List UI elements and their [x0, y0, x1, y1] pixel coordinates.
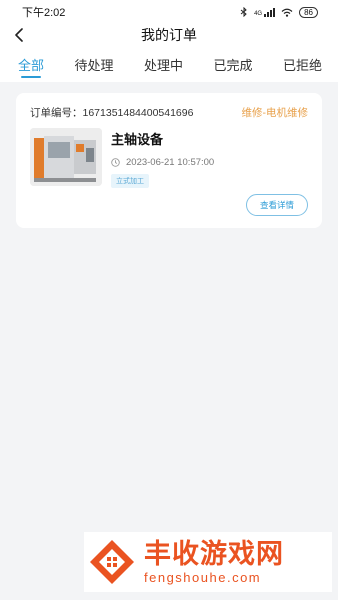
- clock-icon: [111, 158, 120, 167]
- order-card-body: 主轴设备 2023-06-21 10:57:00 立式加工: [30, 128, 308, 188]
- status-bar: 下午2:02 4G 86: [0, 0, 338, 24]
- watermark-logo-icon: [90, 540, 134, 584]
- device-category-tag: 立式加工: [111, 174, 149, 188]
- order-number: 订单编号：1671351484400541696: [30, 105, 193, 120]
- signal-icon: 4G: [254, 7, 276, 17]
- order-card-header: 订单编号：1671351484400541696 维修-电机维修: [30, 105, 308, 120]
- order-number-label: 订单编号：: [30, 107, 83, 119]
- watermark-text: 丰收游戏网 fengshouhe.com: [144, 539, 284, 585]
- signal-label: 4G: [254, 10, 263, 17]
- tab-pending[interactable]: 待处理: [74, 46, 113, 82]
- watermark-cn: 丰收游戏网: [144, 539, 284, 569]
- nav-bar: 我的订单: [0, 24, 338, 46]
- chevron-left-icon: [15, 28, 23, 42]
- watermark: 丰收游戏网 fengshouhe.com: [84, 532, 332, 592]
- status-icons: 4G 86: [240, 6, 318, 18]
- status-time: 下午2:02: [22, 7, 66, 19]
- bluetooth-icon: [240, 7, 247, 17]
- order-time-value: 2023-06-21 10:57:00: [126, 157, 215, 168]
- order-number-value: 1671351484400541696: [82, 107, 194, 119]
- order-status-tabs: 全部 待处理 处理中 已完成 已拒绝: [0, 46, 338, 82]
- order-type: 维修-电机维修: [241, 107, 309, 119]
- back-button[interactable]: [10, 26, 28, 44]
- tab-all[interactable]: 全部: [18, 46, 44, 82]
- tab-processing[interactable]: 处理中: [144, 46, 183, 82]
- device-name: 主轴设备: [111, 132, 164, 147]
- watermark-en: fengshouhe.com: [144, 570, 262, 585]
- device-thumbnail: [30, 128, 102, 186]
- tab-rejected[interactable]: 已拒绝: [283, 46, 322, 82]
- wifi-icon: [281, 8, 293, 17]
- tab-completed[interactable]: 已完成: [213, 46, 252, 82]
- order-time: 2023-06-21 10:57:00: [111, 157, 214, 168]
- battery-indicator: 86: [299, 6, 318, 18]
- order-info: 主轴设备 2023-06-21 10:57:00 立式加工: [111, 128, 214, 188]
- view-details-button[interactable]: 查看详情: [246, 194, 308, 216]
- page-title: 我的订单: [141, 27, 197, 43]
- order-card[interactable]: 订单编号：1671351484400541696 维修-电机维修 主轴设备 20…: [16, 93, 322, 228]
- order-list: 订单编号：1671351484400541696 维修-电机维修 主轴设备 20…: [0, 82, 338, 228]
